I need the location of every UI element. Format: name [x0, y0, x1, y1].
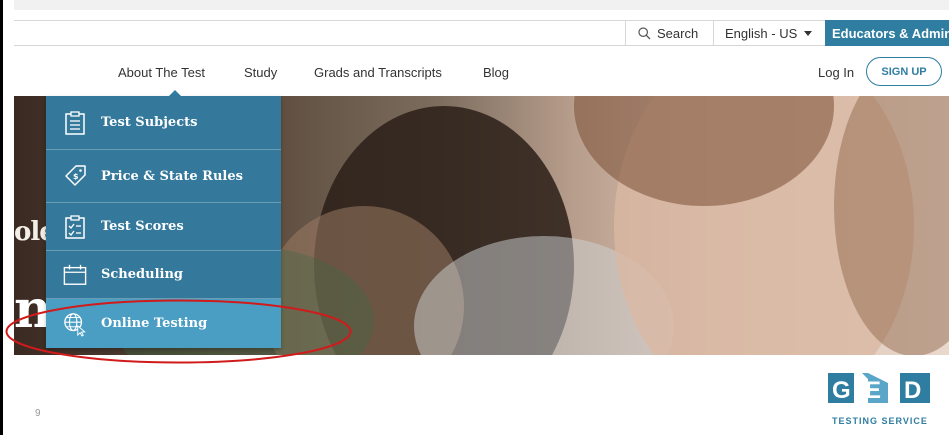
dropdown-item-price-state-rules[interactable]: $ Price & State Rules	[46, 150, 281, 203]
language-label: English - US	[725, 25, 798, 41]
utility-bar: Search English - US Educators & Admins	[14, 20, 949, 46]
svg-text:E: E	[865, 377, 881, 404]
main-nav: About The Test Study Grads and Transcrip…	[14, 47, 949, 96]
nav-blog[interactable]: Blog	[483, 65, 509, 80]
language-select[interactable]: English - US	[713, 21, 825, 45]
login-link[interactable]: Log In	[818, 65, 854, 80]
nav-grads-transcripts[interactable]: Grads and Transcripts	[314, 65, 442, 80]
slide-border	[0, 0, 3, 435]
price-tag-icon: $	[63, 164, 87, 188]
calendar-icon	[63, 263, 87, 287]
signup-button[interactable]: SIGN UP	[866, 57, 942, 86]
svg-text:G: G	[832, 377, 851, 404]
dropdown-item-label: Price & State Rules	[101, 168, 243, 184]
clipboard-list-icon	[63, 110, 87, 135]
educators-label: Educators & Admins	[832, 25, 949, 41]
slide-page-number: 9	[35, 408, 41, 419]
browser-top-strip	[14, 0, 949, 10]
nav-about-the-test[interactable]: About The Test	[118, 65, 205, 80]
svg-text:D: D	[904, 377, 921, 404]
dropdown-item-label: Test Scores	[101, 219, 184, 234]
dropdown-item-scheduling[interactable]: Scheduling	[46, 251, 281, 299]
chevron-down-icon	[804, 30, 813, 36]
nav-study[interactable]: Study	[244, 65, 277, 80]
search-icon	[638, 26, 651, 39]
svg-text:$: $	[73, 172, 79, 181]
clipboard-check-icon	[63, 214, 87, 239]
logo-tagline: TESTING SERVICE	[832, 416, 928, 426]
search-button[interactable]: Search	[625, 21, 713, 45]
educators-admins-button[interactable]: Educators & Admins	[825, 20, 949, 46]
dropdown-item-test-scores[interactable]: Test Scores	[46, 203, 281, 251]
annotation-highlight-ellipse	[5, 299, 352, 364]
dropdown-item-label: Test Subjects	[101, 115, 198, 130]
signup-label: SIGN UP	[881, 65, 927, 78]
dropdown-item-test-subjects[interactable]: Test Subjects	[46, 96, 281, 150]
dropdown-item-label: Scheduling	[101, 267, 183, 282]
search-label: Search	[657, 25, 699, 41]
